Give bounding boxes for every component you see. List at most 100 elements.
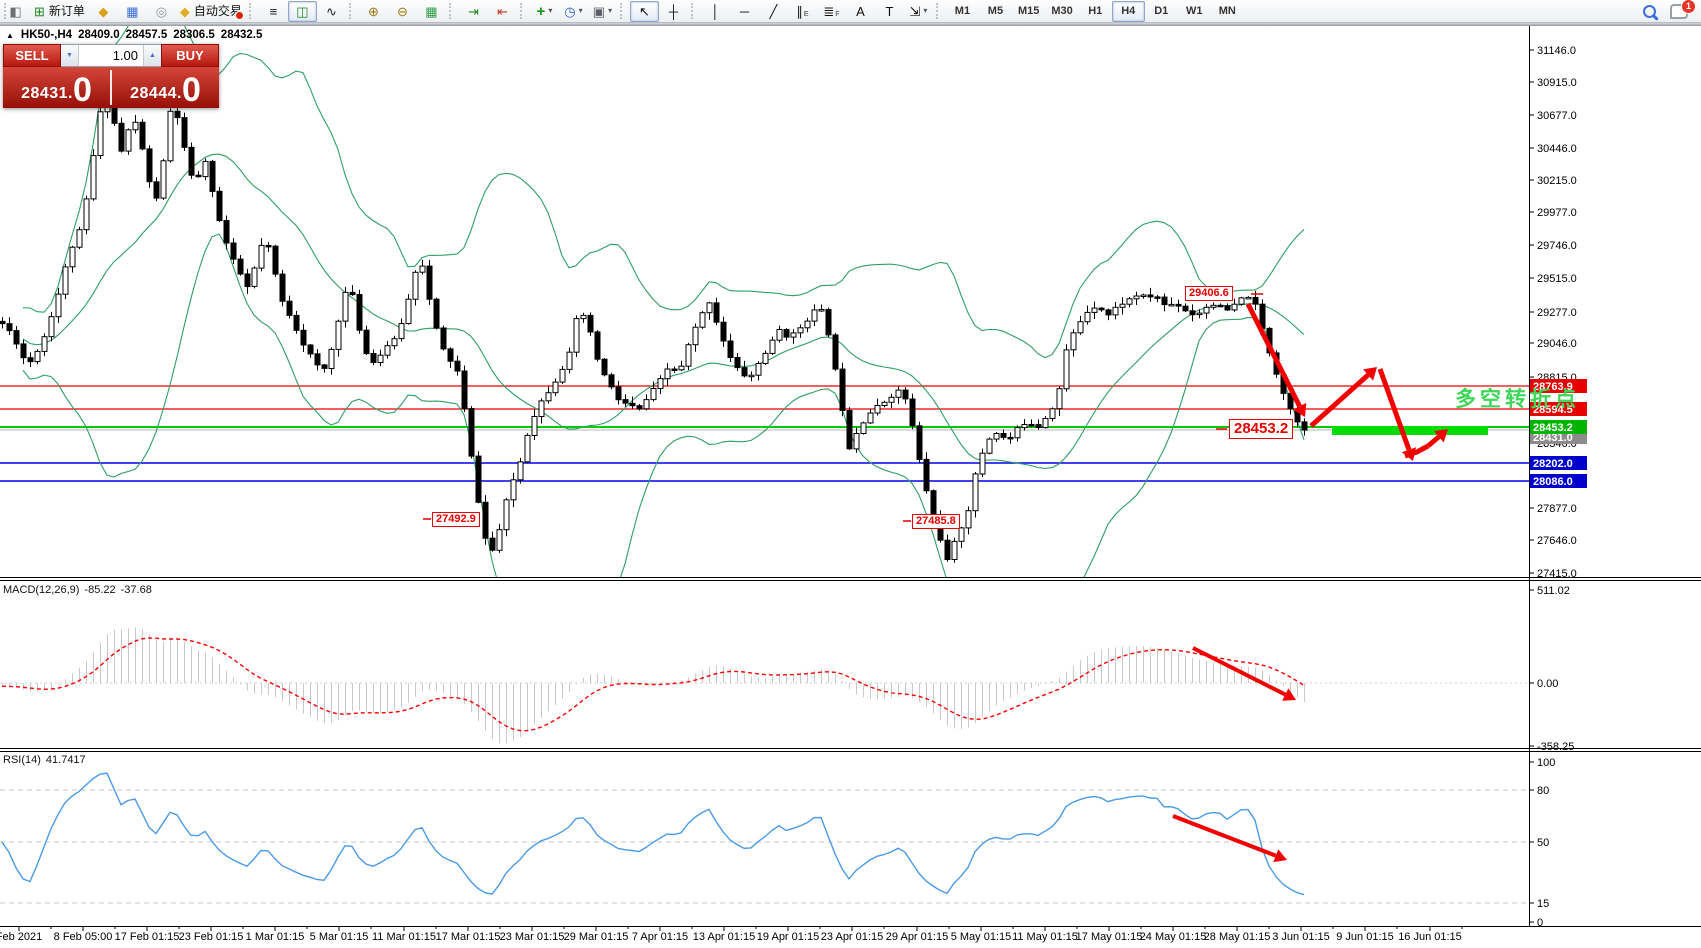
ohlc-open: 28409.0	[78, 29, 120, 41]
timeframe-m5[interactable]: M5	[979, 1, 1012, 22]
cursor-button[interactable]: ↖	[629, 0, 659, 22]
arrows-tool-button[interactable]: ⇲ ▾	[904, 1, 933, 22]
timeframe-h1[interactable]: H1	[1079, 1, 1112, 22]
periods-button[interactable]: ◷ ▾	[559, 1, 588, 22]
channel-button[interactable]: ∥ E	[788, 1, 817, 22]
toolbar-grip	[690, 3, 698, 19]
auto-trading-icon: ◆	[179, 3, 190, 19]
annotation-pivot-price[interactable]: 28453.2	[1229, 419, 1294, 439]
chart-canvas[interactable]: 31146.0 30915.0 30677.0 30446.0 30215.0 29977…	[0, 0, 1701, 948]
svg-text:17 Feb 01:15: 17 Feb 01:15	[115, 931, 180, 943]
svg-text:0.00: 0.00	[1537, 678, 1558, 690]
chart-shift-button[interactable]: ⇥	[459, 1, 488, 22]
timeframe-h4[interactable]: H4	[1111, 0, 1145, 22]
label-button[interactable]: T	[875, 1, 904, 22]
crosshair-button[interactable]: ┼	[659, 1, 688, 22]
chevron-down-icon: ▾	[548, 6, 553, 15]
svg-text:16 Jun 01:15: 16 Jun 01:15	[1398, 931, 1462, 943]
toolbar-grip	[248, 3, 256, 19]
svg-text:30446.0: 30446.0	[1537, 143, 1577, 155]
templates-button[interactable]: ▣ ▾	[588, 1, 617, 22]
timeframe-m15[interactable]: M15	[1012, 1, 1045, 22]
zoom-out-button[interactable]: ⊖	[388, 1, 417, 22]
svg-text:Feb 2021: Feb 2021	[0, 931, 42, 943]
svg-text:0: 0	[1537, 917, 1543, 929]
line-chart-button[interactable]: ∿	[317, 1, 346, 22]
svg-text:29 Mar 01:15: 29 Mar 01:15	[564, 931, 629, 943]
new-order-button[interactable]: ⊞ 新订单	[30, 1, 89, 22]
svg-text:27877.0: 27877.0	[1537, 503, 1577, 515]
sell-price-main: 28431.	[21, 85, 73, 102]
trendline-icon: ╱	[769, 3, 778, 19]
sell-button[interactable]: SELL	[3, 44, 61, 67]
candlestick-chart-button[interactable]: ◫	[287, 0, 317, 22]
crosshair-icon: ┼	[668, 3, 679, 19]
toolbar-grip	[448, 3, 456, 19]
cursor-icon: ↖	[638, 3, 650, 19]
accounts-button[interactable]: ◧	[1, 1, 30, 22]
svg-text:23 Apr 01:15: 23 Apr 01:15	[821, 931, 883, 943]
buy-price-main: 28444.	[130, 85, 182, 102]
annotation-peak-price[interactable]: 29406.6	[1185, 286, 1233, 301]
svg-text:17 Mar 01:15: 17 Mar 01:15	[436, 931, 501, 943]
zoom-in-button[interactable]: ⊕	[359, 1, 388, 22]
zoom-out-icon: ⊖	[396, 3, 408, 19]
sell-price[interactable]: 28431. 0	[3, 67, 110, 108]
buy-price[interactable]: 28444. 0	[112, 67, 219, 108]
macd-value-1: -85.22	[84, 584, 116, 596]
market-watch-icon: ◆	[98, 3, 109, 19]
tile-windows-button[interactable]: ▦	[417, 1, 446, 22]
market-watch-button[interactable]: ◆	[89, 1, 118, 22]
svg-text:29515.0: 29515.0	[1537, 273, 1577, 285]
annotation-low2-price[interactable]: 27485.8	[912, 514, 960, 529]
volume-input[interactable]: 1.00	[79, 45, 143, 66]
timeframe-mn[interactable]: MN	[1211, 1, 1244, 22]
svg-text:29046.0: 29046.0	[1537, 338, 1577, 350]
auto-scroll-button[interactable]: ⇤	[488, 1, 517, 22]
timeframe-group: M1 M5 M15 M30 H1 H4 D1 W1 MN	[946, 0, 1244, 22]
accounts-icon: ◧	[9, 3, 22, 19]
timeframe-w1[interactable]: W1	[1178, 1, 1211, 22]
collapse-panel-icon[interactable]: ▲	[6, 31, 14, 40]
svg-text:50: 50	[1537, 837, 1549, 849]
indicators-button[interactable]: + ▾	[530, 1, 559, 22]
timeframe-m1[interactable]: M1	[946, 1, 979, 22]
auto-trading-button[interactable]: ◆ 自动交易	[176, 1, 246, 22]
notifications-button[interactable]: 1	[1664, 0, 1696, 22]
label-icon: T	[885, 3, 894, 19]
macd-indicator-label: MACD(12,26,9) -85.22 -37.68	[3, 584, 152, 596]
vertical-line-button[interactable]: │	[701, 1, 730, 22]
candlestick-chart-icon: ◫	[296, 3, 309, 19]
buy-button[interactable]: BUY	[161, 44, 219, 67]
timeframe-d1[interactable]: D1	[1145, 1, 1178, 22]
text-button[interactable]: A	[846, 1, 875, 22]
svg-text:11 Mar 01:15: 11 Mar 01:15	[372, 931, 436, 943]
chevron-down-icon: ▾	[578, 6, 583, 15]
timeframe-m30[interactable]: M30	[1045, 1, 1078, 22]
horizontal-line-button[interactable]: ─	[730, 1, 759, 22]
toolbar-grip	[935, 3, 943, 19]
annotation-low1-price[interactable]: 27492.9	[432, 512, 480, 527]
volume-decrease-button[interactable]: ▼	[61, 45, 79, 66]
svg-text:27646.0: 27646.0	[1537, 535, 1577, 547]
volume-control: ▼ 1.00 ▲	[61, 44, 161, 67]
svg-text:30677.0: 30677.0	[1537, 110, 1577, 122]
notification-badge: 1	[1681, 0, 1696, 14]
tile-windows-icon: ▦	[425, 3, 438, 19]
annotation-turning-point-text[interactable]: 多空转折点	[1455, 383, 1580, 413]
svg-text:19 Apr 01:15: 19 Apr 01:15	[757, 931, 819, 943]
auto-scroll-icon: ⇤	[496, 3, 508, 19]
data-window-button[interactable]: ▦	[118, 1, 147, 22]
data-window-icon: ▦	[126, 3, 139, 19]
one-click-trading-panel: SELL ▼ 1.00 ▲ BUY 28431. 0 28444. 0	[3, 44, 219, 108]
fibonacci-button[interactable]: ≣ F	[817, 1, 846, 22]
svg-text:1 Mar 01:15: 1 Mar 01:15	[246, 931, 305, 943]
search-button[interactable]	[1635, 1, 1664, 22]
bar-chart-button[interactable]: ≡	[259, 1, 288, 22]
svg-text:28202.0: 28202.0	[1533, 458, 1573, 470]
svg-text:29977.0: 29977.0	[1537, 207, 1577, 219]
trendline-button[interactable]: ╱	[759, 1, 788, 22]
new-order-button-label: 新订单	[48, 4, 85, 18]
volume-increase-button[interactable]: ▲	[143, 45, 161, 66]
signals-button[interactable]: ◎	[147, 1, 176, 22]
